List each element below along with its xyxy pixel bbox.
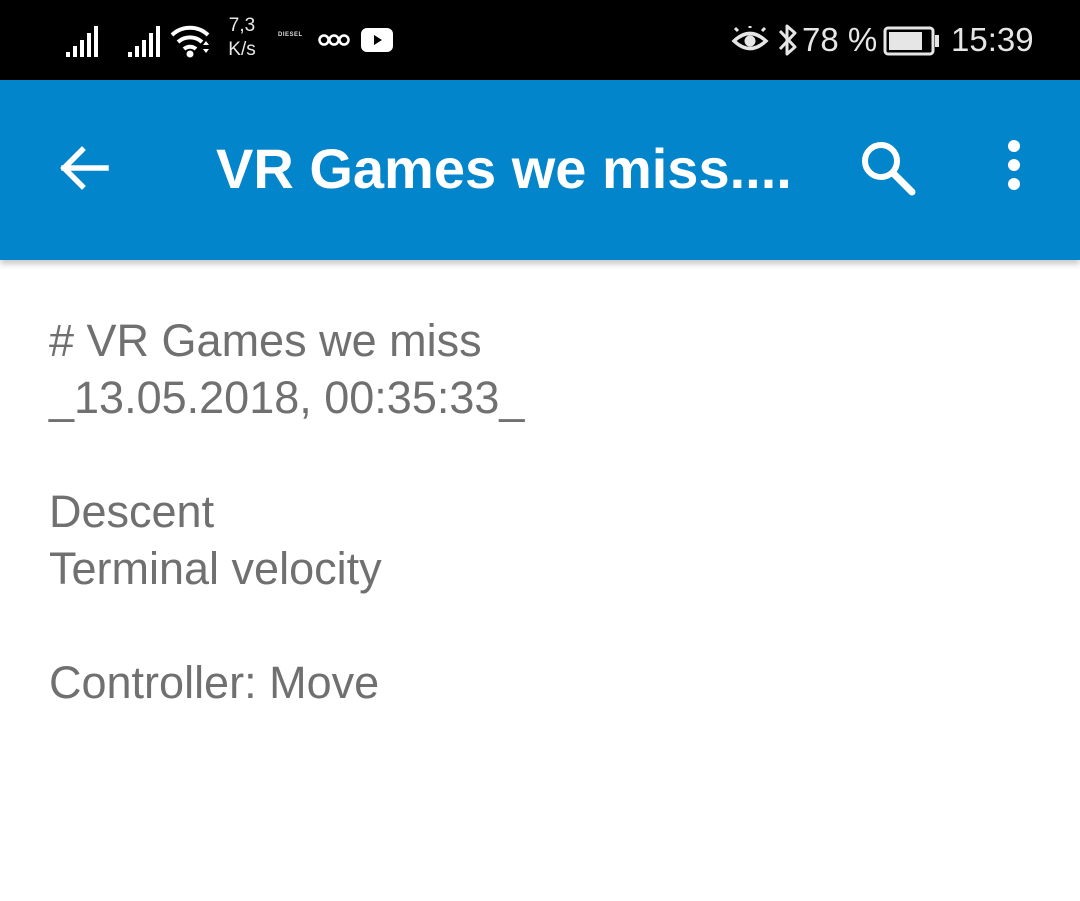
note-line: Terminal velocity <box>49 543 382 594</box>
wifi-icon <box>170 25 210 58</box>
status-bar: 7,3 K/s DIESEL 78 % 15:39 <box>0 0 1080 80</box>
youtube-icon <box>361 28 393 52</box>
battery-percentage: 78 % <box>802 21 878 58</box>
note-heading: # VR Games we miss <box>49 315 482 366</box>
app-bar: VR Games we miss.... <box>0 80 1080 260</box>
battery-icon <box>883 26 939 56</box>
note-blank-line <box>49 597 1039 654</box>
back-arrow-icon <box>60 146 109 190</box>
note-blank-line <box>49 426 1039 483</box>
search-button[interactable] <box>854 134 924 204</box>
back-button[interactable] <box>52 136 116 200</box>
search-icon <box>862 142 916 196</box>
note-line: Descent <box>49 486 215 537</box>
page-title: VR Games we miss.... <box>216 137 792 200</box>
network-speed: 7,3 K/s <box>228 15 256 60</box>
infinity-icon <box>318 34 350 46</box>
more-vert-icon <box>1008 140 1020 190</box>
note-content[interactable]: # VR Games we miss _13.05.2018, 00:35:33… <box>49 312 1039 711</box>
eye-icon <box>731 26 769 51</box>
signal-icon <box>128 26 160 57</box>
clock: 15:39 <box>951 21 1034 58</box>
bluetooth-icon <box>778 24 797 56</box>
more-options-button[interactable] <box>996 136 1032 200</box>
note-line: Controller: Move <box>49 657 380 708</box>
note-timestamp: _13.05.2018, 00:35:33_ <box>49 372 525 423</box>
signal-icon <box>66 26 98 57</box>
diesel-icon: DIESEL <box>278 32 303 38</box>
